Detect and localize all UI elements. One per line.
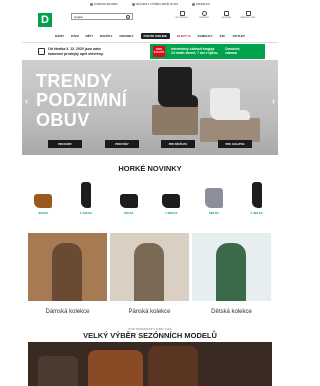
shoe-shape — [162, 194, 181, 208]
collection-card[interactable]: Dětská kolekce — [192, 233, 271, 323]
product-image — [32, 180, 54, 208]
nav-item-novinky[interactable]: NOVINKY — [120, 34, 134, 38]
product-image — [203, 180, 225, 208]
collection-image — [192, 233, 271, 301]
collection-card[interactable]: Pánská kolekce — [110, 233, 189, 323]
cta-pro-damy[interactable]: PRO DÁMY — [48, 140, 82, 148]
white-boot-toe — [232, 110, 250, 120]
product-image — [75, 180, 97, 208]
shoe-shape — [204, 188, 223, 208]
nav-item-pani[interactable]: PÁNI — [71, 34, 78, 38]
promo-left-line2: kamenné prodejny opět otevřeny. — [48, 51, 104, 56]
model-figure — [52, 243, 82, 301]
search-input[interactable]: angleš — [71, 13, 133, 20]
model-figure — [216, 243, 246, 301]
cart-icon — [245, 11, 251, 16]
season-banner-image[interactable] — [28, 342, 272, 386]
product-price: 1 499 Kč — [250, 211, 263, 215]
cta-pro-pany[interactable]: PRO PÁNY — [105, 140, 139, 148]
product-price: 1 199 Kč — [79, 211, 93, 215]
product-card[interactable]: 1 499 Kč — [242, 180, 272, 215]
shoe-shape — [251, 182, 262, 208]
quality-badge: 100% KVALITA — [153, 46, 165, 57]
cta-pro-chlapce[interactable]: PRO CHLAPCE — [218, 140, 252, 148]
promo-left-line1: Od čtvrtka 3. 12. 2020 jsou naše — [48, 47, 101, 52]
collection-label: Pánská kolekce — [110, 301, 189, 323]
season-title: VELKÝ VÝBĚR SEZÓNNÍCH MODELŮ — [83, 331, 217, 340]
product-price: 699 Kč — [209, 211, 219, 215]
hero-banner[interactable]: TRENDY PODZIMNÍ OBUV ‹ › PRO DÁMY PRO PÁ… — [22, 60, 278, 155]
product-price: 1 299 Kč — [165, 211, 178, 215]
search-query: angleš — [74, 14, 83, 19]
main-nav: DÁMY PÁNI DĚTI ZNAČKY NOVINKY POUZE ONLI… — [0, 31, 300, 41]
black-boot-toe — [182, 95, 198, 107]
boot-image — [38, 356, 78, 386]
nav-item-pouze-online[interactable]: POUZE ONLINE — [140, 33, 170, 39]
hero-title: TRENDY PODZIMNÍ OBUV — [36, 71, 128, 130]
favorites-button[interactable]: OBLÍBENÉ — [219, 11, 233, 19]
product-card[interactable]: 699 Kč — [199, 180, 229, 215]
heart-icon — [223, 11, 229, 16]
promo-right-line2: 24 hodin denně, 7 dní v týdnu. — [171, 50, 219, 55]
product-card[interactable]: 999 Kč — [28, 180, 58, 215]
topbar-item-returns[interactable]: VRÁCENÍ A VÝMĚNA ZBOŽÍ 30 DNÍ — [131, 3, 178, 6]
header-icons: MŮJ OBCHOD PŘIHLÁSIT OBLÍBENÉ NÁKUPNÍ KO… — [175, 11, 255, 19]
nav-item-outlet[interactable]: OUTLET — [233, 34, 245, 38]
stone-decoration — [152, 105, 198, 135]
deichmann-logo[interactable]: D — [38, 13, 52, 27]
product-image — [118, 180, 140, 208]
store-icon — [192, 3, 196, 6]
collection-label: Dámská kolekce — [28, 301, 107, 323]
promo-stores-open[interactable]: Od čtvrtka 3. 12. 2020 jsou naše kamenné… — [38, 44, 138, 59]
product-image — [160, 180, 182, 208]
topbar-item-stores[interactable]: PRODEJNY — [192, 3, 210, 6]
collection-image — [28, 233, 107, 301]
nav-item-damy[interactable]: DÁMY — [55, 34, 64, 38]
my-store-button[interactable]: MŮJ OBCHOD — [175, 11, 189, 19]
collection-label: Dětská kolekce — [192, 301, 271, 323]
collections-row: Dámská kolekce Pánská kolekce Dětská kolek… — [28, 233, 272, 323]
product-image — [246, 180, 268, 208]
store-locator-icon — [179, 11, 185, 16]
promo-online-shop[interactable]: 100% KVALITA Internetový obchod funguje … — [150, 44, 265, 59]
nav-item-slevy[interactable]: SLEVY % — [177, 34, 191, 38]
nav-item-xxl[interactable]: XXL — [220, 34, 226, 38]
topbar: DOPRAVA ZDARMA VRÁCENÍ A VÝMĚNA ZBOŽÍ 30… — [0, 0, 300, 9]
shoe-shape — [34, 194, 53, 208]
product-price: 799 Kč — [123, 211, 134, 215]
login-button[interactable]: PŘIHLÁSIT — [197, 11, 211, 19]
topbar-item-shipping[interactable]: DOPRAVA ZDARMA — [89, 3, 118, 6]
product-card[interactable]: 1 299 Kč — [156, 180, 186, 215]
nav-divider — [22, 42, 278, 43]
nav-item-deti[interactable]: DĚTI — [86, 34, 93, 38]
shoe-shape — [119, 194, 138, 208]
cta-pro-devcata[interactable]: PRO DĚVČATA — [161, 140, 195, 148]
user-icon — [201, 11, 207, 16]
model-figure — [134, 243, 164, 301]
collection-image — [110, 233, 189, 301]
product-card[interactable]: 1 199 Kč — [71, 180, 101, 215]
store-icon — [38, 48, 45, 55]
promo-delivery-line2: zdarma — [225, 50, 237, 55]
boot-image — [148, 346, 198, 386]
nav-item-znacky[interactable]: ZNAČKY — [100, 34, 113, 38]
header: D angleš MŮJ OBCHOD PŘIHLÁSIT OBLÍBENÉ N… — [0, 9, 300, 31]
collection-card[interactable]: Dámská kolekce — [28, 233, 107, 323]
nav-item-kabelky[interactable]: KABELKY — [198, 34, 213, 38]
product-row: 999 Kč 1 199 Kč 799 Kč 1 299 Kč 699 Kč 1 499 … — [22, 180, 278, 215]
search-icon[interactable] — [126, 14, 130, 19]
return-icon — [131, 3, 135, 6]
carousel-next-icon[interactable]: › — [272, 96, 275, 106]
boot-image — [88, 350, 143, 386]
shoe-shape — [80, 182, 91, 208]
product-card[interactable]: 799 Kč — [114, 180, 144, 215]
cart-button[interactable]: NÁKUPNÍ KOŠÍK — [241, 11, 255, 19]
product-price: 999 Kč — [38, 211, 49, 215]
stone-decoration — [200, 118, 260, 142]
carousel-prev-icon[interactable]: ‹ — [25, 96, 28, 106]
truck-icon — [89, 3, 93, 6]
novinky-title: HORKÉ NOVINKY — [118, 164, 182, 173]
